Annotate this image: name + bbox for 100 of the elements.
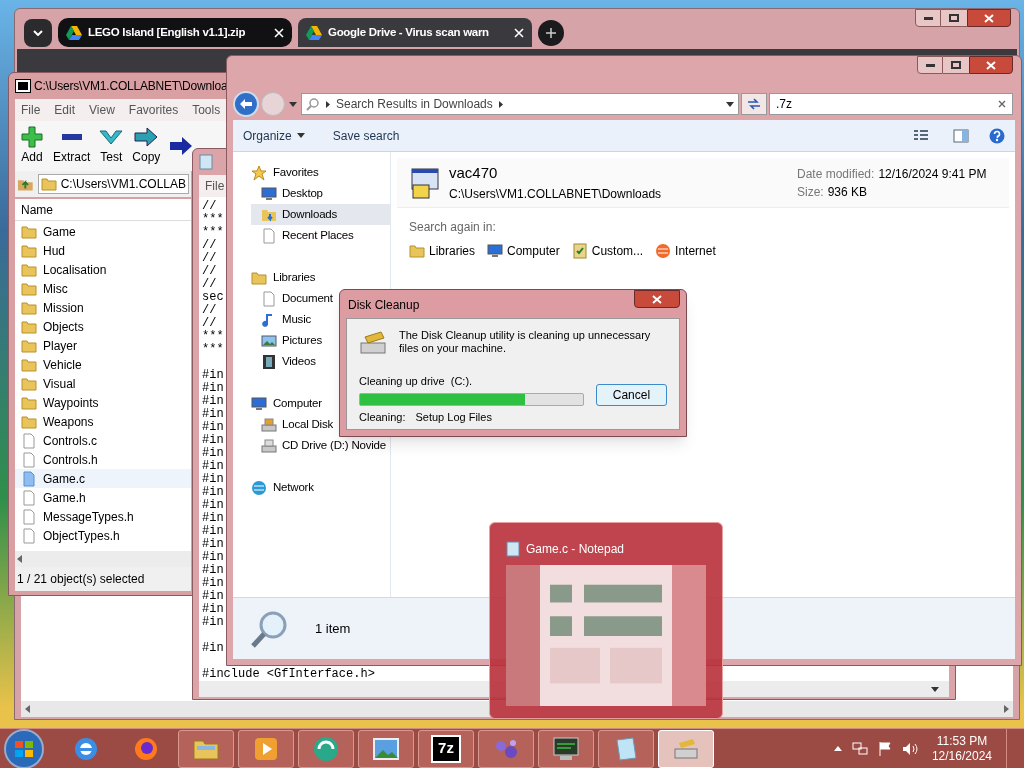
left-arrow-icon[interactable] xyxy=(17,555,22,563)
view-icon[interactable] xyxy=(913,128,929,143)
toolbar-button[interactable]: Copy xyxy=(132,126,161,166)
file-row[interactable]: Controls.h xyxy=(15,450,191,469)
left-arrow-icon[interactable] xyxy=(25,705,30,713)
toolbar-button[interactable]: Test xyxy=(98,126,125,166)
taskbar-button[interactable]: 7z xyxy=(418,729,474,768)
code-line: #in xyxy=(202,512,224,525)
file-row[interactable]: Game xyxy=(15,222,191,241)
clear-icon[interactable] xyxy=(998,100,1006,108)
taskbar-button[interactable] xyxy=(358,729,414,768)
file-row[interactable]: Waypoints xyxy=(15,393,191,412)
file-icon xyxy=(21,432,37,449)
folder-icon xyxy=(21,299,37,316)
help-icon[interactable] xyxy=(989,127,1005,144)
menu-item[interactable]: Edit xyxy=(54,101,76,119)
nav-item[interactable]: Recent Places xyxy=(251,225,390,246)
nav-item[interactable]: Network xyxy=(251,477,390,498)
column-header[interactable]: Name xyxy=(15,199,191,221)
search-result[interactable]: vac470 C:\Users\VM1.COLLABNET\Downloads Date modified: 12/16/2024 9:41 PM Size: 936 KB xyxy=(397,158,1009,208)
command-button[interactable]: Organize xyxy=(243,126,305,145)
file-row[interactable]: Objects xyxy=(15,317,191,336)
close-button[interactable] xyxy=(967,9,1011,27)
flag-icon[interactable] xyxy=(877,741,892,756)
file-row[interactable]: MessageTypes.h xyxy=(15,507,191,526)
file-row[interactable]: Misc xyxy=(15,279,191,298)
new-tab-button[interactable] xyxy=(538,19,564,46)
code-line: #in xyxy=(202,564,224,577)
menu-item[interactable]: Tools xyxy=(192,101,221,119)
maximize-button[interactable] xyxy=(941,9,967,27)
taskbar-button[interactable] xyxy=(538,729,594,768)
search-location-button[interactable]: Computer xyxy=(487,242,560,260)
code-line: // xyxy=(202,200,217,213)
clock[interactable]: 11:53 PM 12/16/2024 xyxy=(927,733,996,764)
code-line: // xyxy=(202,304,217,317)
nav-item[interactable]: Favorites xyxy=(251,162,390,183)
folder-icon xyxy=(21,337,37,354)
folder-icon xyxy=(40,176,57,192)
browser-tab[interactable]: Google Drive - Virus scan warn xyxy=(298,18,532,47)
file-row[interactable]: Hud xyxy=(15,241,191,260)
taskbar-button[interactable] xyxy=(598,729,654,768)
file-row[interactable]: ObjectTypes.h xyxy=(15,526,191,545)
file-row[interactable]: Controls.c xyxy=(15,431,191,450)
taskbar-button[interactable] xyxy=(298,729,354,768)
search-location-button[interactable]: Internet xyxy=(655,242,716,260)
address-field[interactable]: C:\Users\VM1.COLLAB xyxy=(37,174,189,194)
minimize-button[interactable] xyxy=(915,9,941,27)
maximize-button[interactable] xyxy=(943,56,969,74)
nav-item[interactable]: Downloads xyxy=(251,204,390,225)
file-row[interactable]: Game.h xyxy=(15,488,191,507)
close-button[interactable] xyxy=(969,56,1013,74)
tray-arrow-icon[interactable] xyxy=(833,746,842,751)
nav-item[interactable]: Libraries xyxy=(251,267,390,288)
file-row[interactable]: Mission xyxy=(15,298,191,317)
breadcrumb[interactable]: Search Results in Downloads xyxy=(336,95,493,113)
command-button[interactable]: Save search xyxy=(332,126,400,145)
monitor-icon xyxy=(261,185,277,202)
search-location-button[interactable]: Libraries xyxy=(409,242,476,260)
nav-item[interactable]: CD Drive (D:) Novide xyxy=(251,435,390,456)
start-button[interactable] xyxy=(4,728,44,768)
file-row[interactable]: Game.c xyxy=(15,469,191,488)
nav-item[interactable]: Desktop xyxy=(251,183,390,204)
plus-icon xyxy=(19,126,45,148)
speaker-icon[interactable] xyxy=(901,741,918,756)
back-button[interactable] xyxy=(233,91,259,117)
taskbar-button[interactable] xyxy=(478,729,534,768)
menu-item[interactable]: File xyxy=(205,177,225,195)
file-row[interactable]: Player xyxy=(15,336,191,355)
close-icon[interactable] xyxy=(514,27,524,38)
code-line: #in xyxy=(202,590,224,603)
minimize-button[interactable] xyxy=(917,56,943,74)
folder-icon xyxy=(21,375,37,392)
taskbar-button[interactable] xyxy=(238,729,294,768)
code-line: *** xyxy=(202,213,224,226)
file-row[interactable]: Localisation xyxy=(15,260,191,279)
search-field[interactable]: .7z xyxy=(769,93,1013,115)
cancel-button[interactable]: Cancel xyxy=(595,383,667,406)
caret-icon xyxy=(931,686,939,692)
code-line: #in xyxy=(202,382,224,395)
refresh-button[interactable] xyxy=(741,93,767,115)
toolbar-button[interactable]: Extract xyxy=(53,126,91,166)
search-location-button[interactable]: Custom... xyxy=(571,242,644,260)
file-row[interactable]: Weapons xyxy=(15,412,191,431)
notepad-icon xyxy=(506,541,520,557)
file-row[interactable]: Visual xyxy=(15,374,191,393)
taskbar-button[interactable] xyxy=(178,729,234,768)
toolbar-button[interactable]: Add xyxy=(19,126,45,166)
size-value: 936 KB xyxy=(827,183,868,201)
tab-list-button[interactable] xyxy=(24,18,52,47)
address-field[interactable]: Search Results in Downloads xyxy=(301,93,739,115)
maximize-icon xyxy=(949,14,959,22)
menu-item[interactable]: File xyxy=(21,101,41,119)
file-row[interactable]: Vehicle xyxy=(15,355,191,374)
network-icon[interactable] xyxy=(851,741,868,756)
menu-item[interactable]: Favorites xyxy=(128,101,179,119)
close-button[interactable] xyxy=(634,290,680,308)
right-arrow-icon[interactable] xyxy=(1004,705,1009,713)
browser-tab[interactable]: LEGO Island [English v1.1].zip xyxy=(58,18,292,47)
menu-item[interactable]: View xyxy=(89,101,115,119)
close-icon[interactable] xyxy=(274,27,284,38)
